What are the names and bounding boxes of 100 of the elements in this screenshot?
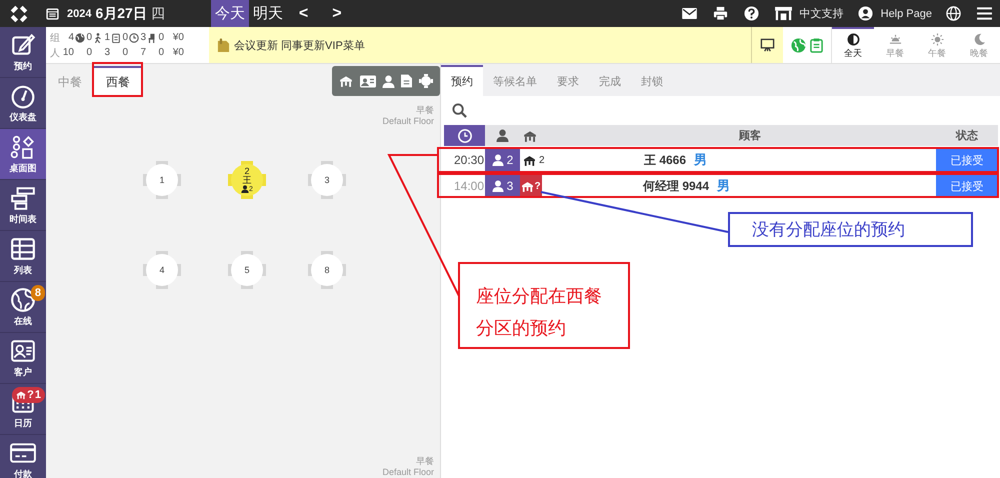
help-page-link[interactable]: Help Page <box>880 8 932 20</box>
sidebar-label: 桌面图 <box>10 162 36 174</box>
customer-name: 王 4666 <box>644 152 686 168</box>
stat-value: 4 <box>67 31 74 44</box>
presentation-button[interactable] <box>751 27 783 63</box>
reservation-row[interactable]: 14:00 3 ? 何经理 9944 男 已接受 <box>444 174 998 198</box>
date-text: 6月27日 <box>95 4 147 22</box>
callout-text: 座位分配在西餐分区的预约 <box>458 262 630 349</box>
sidebar-label: 预约 <box>14 60 32 72</box>
table-icon <box>521 180 534 192</box>
round-table[interactable]: 1 <box>143 161 181 199</box>
section-tab[interactable]: 西餐 <box>94 66 142 97</box>
column-header[interactable]: 状态 <box>956 128 978 143</box>
stat-value: 0 <box>121 46 128 60</box>
table-icon[interactable] <box>339 74 354 88</box>
meal-label: 早餐 <box>416 456 434 467</box>
highlight-frame <box>92 62 143 97</box>
person-icon <box>492 154 504 166</box>
round-table[interactable]: 3 <box>308 161 346 199</box>
day-tab[interactable]: 今天 <box>210 0 249 27</box>
guest-name: 王 <box>242 176 252 184</box>
search-icon <box>452 103 467 118</box>
stat-value: 3 <box>128 30 146 44</box>
table-grid-icon <box>10 236 36 262</box>
next-day-button[interactable]: > <box>320 4 354 22</box>
round-table[interactable]: 5 <box>228 251 266 289</box>
document-icon[interactable] <box>401 74 412 88</box>
list-tab[interactable]: 预约 <box>441 65 483 96</box>
table-cell: 2 <box>520 148 564 172</box>
weekday-text: 四 <box>150 4 165 22</box>
help-icon[interactable] <box>744 6 759 21</box>
mail-icon[interactable] <box>682 8 697 19</box>
clock-icon <box>129 32 140 42</box>
table-number: 3 <box>324 176 330 184</box>
person-icon[interactable] <box>496 129 509 142</box>
day-tab[interactable]: 明天 <box>248 0 287 27</box>
reservation-row[interactable]: 20:30 2 2 王 4666 男 已接受 <box>444 148 998 172</box>
person-icon[interactable] <box>382 74 395 88</box>
gender-text: 男 <box>717 177 730 195</box>
sidebar-label: 客户 <box>14 366 32 378</box>
id-card-icon[interactable] <box>360 74 376 88</box>
sidebar-label: 付款 <box>14 468 32 478</box>
presentation-icon <box>760 38 775 52</box>
note-icon <box>217 38 230 52</box>
floor-name: Default Floor <box>382 116 434 127</box>
globe-icon[interactable] <box>946 6 961 21</box>
gauge-icon <box>10 82 36 108</box>
column-header[interactable]: 顾客 <box>739 128 761 143</box>
table-number: 1 <box>159 176 164 184</box>
meal-label: 早餐 <box>416 105 434 116</box>
previous-day-button[interactable]: < <box>286 4 320 22</box>
sidebar-item[interactable]: 桌面图 <box>0 129 46 180</box>
stat-value: 0 <box>74 30 92 44</box>
stat-label: 组 <box>50 32 61 44</box>
floor-name: Default Floor <box>382 467 434 478</box>
round-table[interactable]: 8 <box>308 251 346 289</box>
stat-value: 1 <box>92 30 110 44</box>
timeline-icon <box>10 184 36 210</box>
printer-icon[interactable] <box>712 6 728 21</box>
table-number: 5 <box>244 266 250 274</box>
stat-label: 人 <box>50 46 61 60</box>
half-circle-icon <box>846 32 860 46</box>
clock-icon <box>458 128 472 142</box>
question-mark: ? <box>27 389 34 401</box>
badge-count: 1 <box>34 389 41 401</box>
support-link[interactable]: 中文支持 <box>800 6 844 21</box>
time-column-header[interactable] <box>444 125 485 146</box>
customer-name: 何经理 9944 <box>643 178 710 194</box>
globe-icon <box>75 32 86 42</box>
table-number: 8 <box>324 266 330 274</box>
person-icon <box>492 180 504 192</box>
table-icon[interactable] <box>523 128 537 142</box>
sidebar-item[interactable]: 日历 ?1 <box>0 384 46 435</box>
clipboard-icon[interactable] <box>810 38 823 52</box>
clipboard-icon <box>111 32 122 42</box>
table-icon <box>16 390 26 400</box>
menu-icon[interactable] <box>977 7 992 20</box>
chair-icon <box>147 32 158 42</box>
reservation-time: 20:30 <box>454 153 485 167</box>
person-icon <box>241 185 250 193</box>
gender-text: 男 <box>694 151 708 169</box>
table-number: 2 <box>244 166 250 176</box>
sidebar-label: 列表 <box>14 264 32 276</box>
round-table-icon[interactable] <box>418 74 433 88</box>
stat-value: 0 <box>146 30 164 44</box>
round-table[interactable]: 4 <box>143 251 181 289</box>
callout-text: 没有分配座位的预约 <box>728 212 973 247</box>
pencil-square-icon <box>10 32 36 58</box>
table-icon <box>523 154 536 166</box>
party-size-cell: 2 <box>485 148 520 172</box>
store-icon[interactable] <box>774 6 792 21</box>
walking-person-icon <box>93 32 104 42</box>
globe-icon <box>10 286 36 312</box>
status-button[interactable]: 已接受 <box>936 148 998 172</box>
stat-value: 0 <box>157 46 164 60</box>
calendar-icon <box>46 7 59 20</box>
user-icon[interactable] <box>858 6 873 21</box>
stat-value: 3 <box>103 46 110 60</box>
stat-value: 0 <box>110 30 128 44</box>
notice-text: 会议更新 同事更新VIP菜单 <box>234 38 365 52</box>
